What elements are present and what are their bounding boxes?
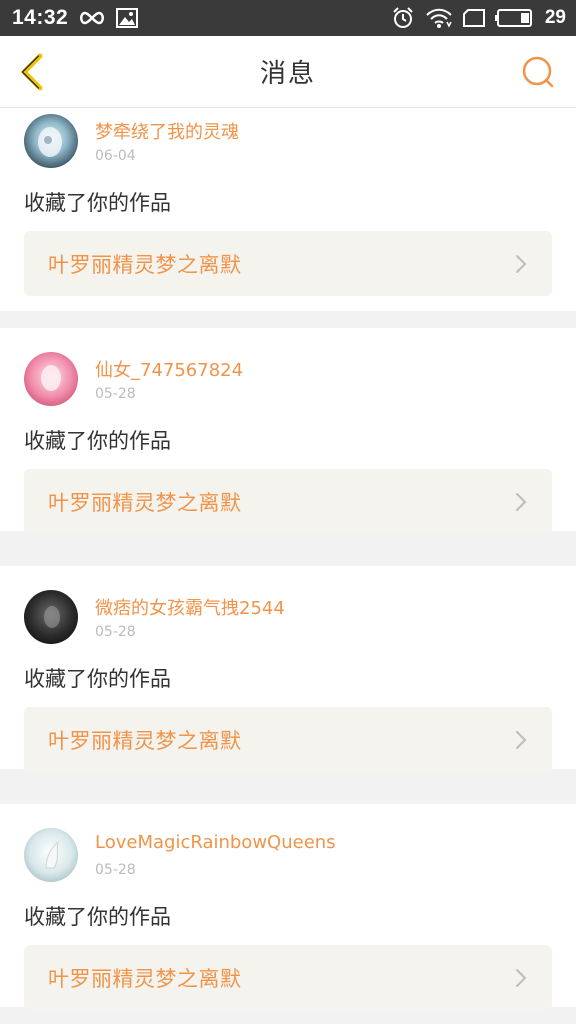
alarm-icon — [391, 6, 415, 30]
chevron-right-icon — [516, 254, 527, 273]
nav-bar: 消息 — [0, 36, 576, 108]
message-date: 05-28 — [95, 624, 136, 640]
search-button[interactable] — [520, 54, 556, 90]
back-button[interactable] — [12, 52, 52, 92]
list-item: 微痞的女孩霸气拽2544 05-28 收藏了你的作品 叶罗丽精灵梦之离默 — [0, 566, 576, 772]
message-action: 收藏了你的作品 — [24, 191, 171, 215]
username[interactable]: 仙女_747567824 — [95, 356, 243, 382]
chevron-left-icon — [21, 53, 43, 91]
work-title: 叶罗丽精灵梦之离默 — [48, 490, 242, 515]
username[interactable]: LoveMagicRainbowQueens — [95, 832, 336, 853]
work-title: 叶罗丽精灵梦之离默 — [48, 728, 242, 753]
status-bar-left: 14:32 — [12, 6, 139, 30]
work-card[interactable]: 叶罗丽精灵梦之离默 — [24, 707, 552, 772]
message-list[interactable]: 梦牵绕了我的灵魂 06-04 收藏了你的作品 叶罗丽精灵梦之离默 仙女_7475… — [0, 108, 576, 1024]
chevron-right-icon — [516, 492, 527, 511]
status-bar-right: 29 — [391, 6, 566, 30]
list-item: 梦牵绕了我的灵魂 06-04 收藏了你的作品 叶罗丽精灵梦之离默 — [0, 108, 576, 311]
chevron-right-icon — [516, 968, 527, 987]
screen-icon — [462, 8, 485, 28]
status-bar: 14:32 29 — [0, 0, 576, 36]
avatar[interactable] — [24, 352, 78, 406]
work-title: 叶罗丽精灵梦之离默 — [48, 252, 242, 277]
work-card[interactable]: 叶罗丽精灵梦之离默 — [24, 231, 552, 296]
message-date: 05-28 — [95, 386, 136, 402]
list-item: LoveMagicRainbowQueens 05-28 收藏了你的作品 叶罗丽… — [0, 804, 576, 1010]
message-date: 05-28 — [95, 862, 136, 878]
list-item: 仙女_747567824 05-28 收藏了你的作品 叶罗丽精灵梦之离默 — [0, 328, 576, 534]
message-action: 收藏了你的作品 — [24, 905, 171, 929]
message-action: 收藏了你的作品 — [24, 429, 171, 453]
work-card[interactable]: 叶罗丽精灵梦之离默 — [24, 469, 552, 534]
wifi-icon — [425, 7, 453, 29]
status-time: 14:32 — [12, 6, 69, 29]
work-title: 叶罗丽精灵梦之离默 — [48, 966, 242, 991]
avatar[interactable] — [24, 828, 78, 882]
work-card[interactable]: 叶罗丽精灵梦之离默 — [24, 945, 552, 1010]
message-action: 收藏了你的作品 — [24, 667, 171, 691]
search-icon — [522, 56, 554, 88]
chevron-right-icon — [516, 730, 527, 749]
infinity-icon — [78, 10, 106, 26]
username[interactable]: 梦牵绕了我的灵魂 — [95, 118, 239, 144]
avatar[interactable] — [24, 114, 78, 168]
battery-level: 29 — [544, 7, 566, 28]
username[interactable]: 微痞的女孩霸气拽2544 — [95, 594, 285, 620]
avatar[interactable] — [24, 590, 78, 644]
battery-icon — [494, 8, 533, 28]
message-date: 06-04 — [95, 148, 136, 164]
image-icon — [116, 8, 139, 28]
page-title: 消息 — [259, 59, 316, 89]
